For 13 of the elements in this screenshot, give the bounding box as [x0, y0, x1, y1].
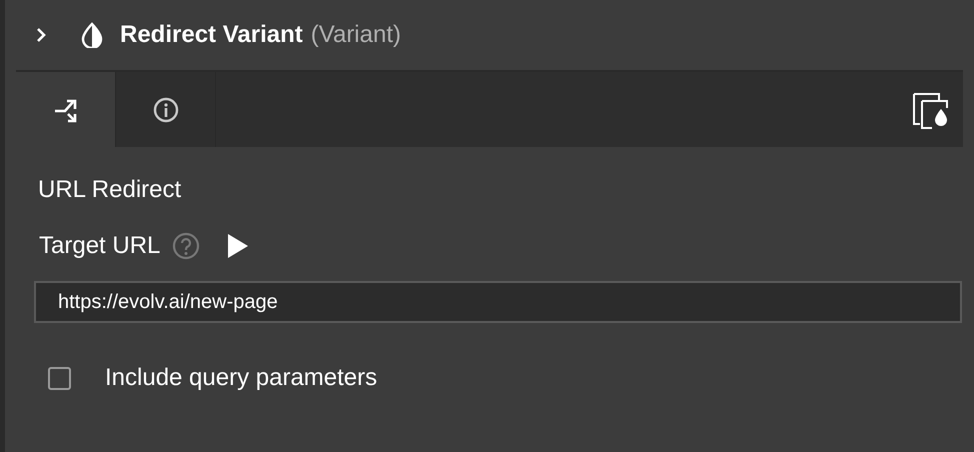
half-drop-icon [80, 22, 104, 48]
section-title: URL Redirect [38, 175, 182, 205]
checkbox[interactable] [48, 366, 71, 390]
field-label: Target URL [39, 232, 160, 260]
checkbox-label: Include query parameters [105, 364, 378, 392]
layers-drop-icon[interactable] [911, 90, 949, 128]
help-icon[interactable] [172, 232, 200, 260]
play-icon[interactable] [226, 232, 250, 260]
url-input-field[interactable]: https://evolv.ai/new-page [34, 281, 962, 323]
info-icon [152, 96, 178, 122]
variant-title: Redirect Variant [120, 21, 303, 49]
redirect-arrows-icon [52, 96, 78, 122]
variant-type: (Variant) [310, 21, 401, 49]
